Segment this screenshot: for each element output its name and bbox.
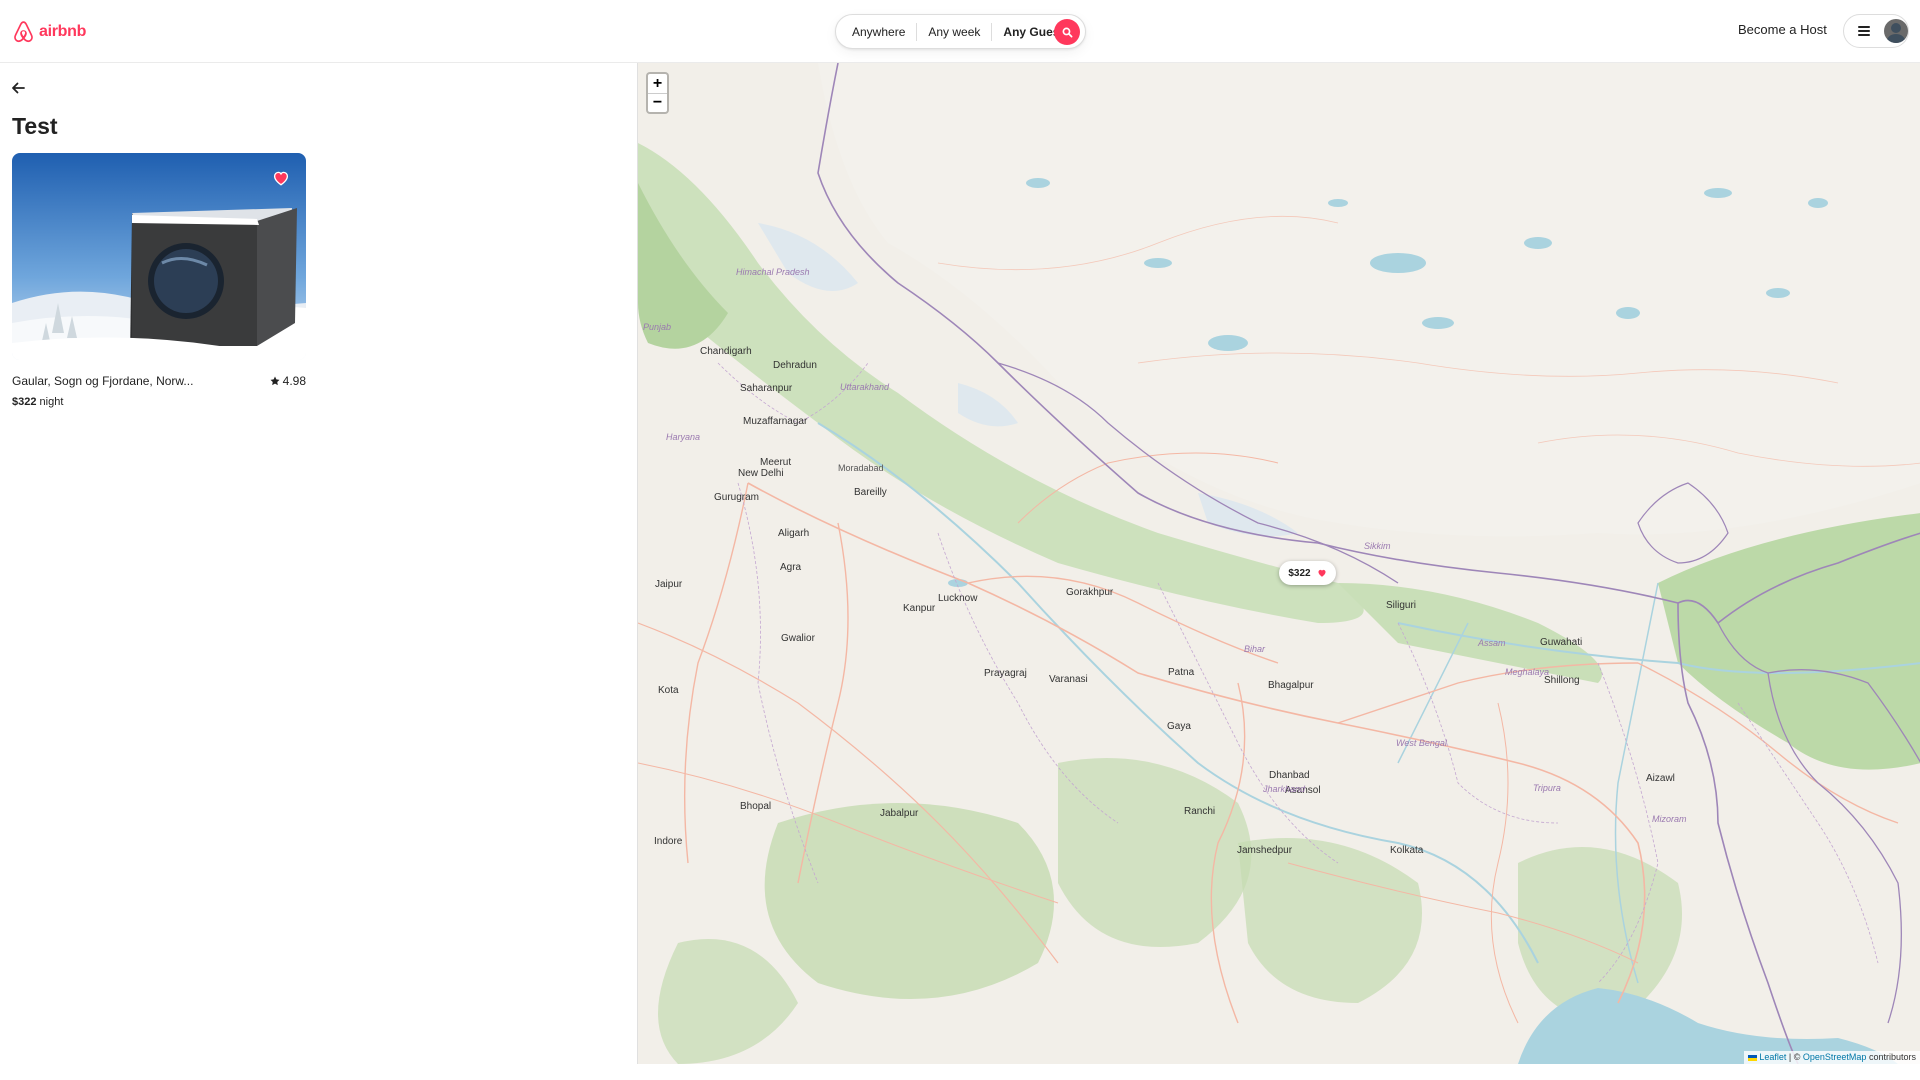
map-city-label: Bhopal (740, 801, 772, 812)
map-region-label: Uttarakhand (840, 382, 890, 392)
map-attribution: Leaflet | © OpenStreetMap contributors (1744, 1051, 1920, 1064)
map-city-label: Gwalior (781, 633, 815, 644)
ukraine-flag-icon (1748, 1054, 1758, 1061)
arrow-left-icon (12, 82, 25, 94)
map-city-label: Shillong (1544, 675, 1580, 686)
zoom-out-button[interactable]: − (648, 93, 667, 112)
attribution-suffix: contributors (1868, 1052, 1916, 1062)
map-region-label: Assam (1478, 638, 1506, 648)
attribution-separator: | © (1788, 1052, 1801, 1062)
map-city-label: Meerut (760, 457, 792, 468)
map-region-label: Meghalaya (1505, 667, 1550, 677)
map-region-label: Mizoram (1652, 814, 1687, 824)
search-any-week-button[interactable]: Any week (916, 22, 991, 41)
map-city-label: Indore (654, 836, 683, 847)
map-city-label: Jamshedpur (1237, 845, 1293, 856)
become-host-link[interactable]: Become a Host (1738, 22, 1827, 37)
openstreetmap-link[interactable]: OpenStreetMap (1803, 1052, 1867, 1062)
map-zoom-control: + − (646, 72, 669, 114)
search-button[interactable] (1054, 19, 1080, 45)
listing-price-unit: night (39, 396, 64, 408)
map-region-label: Sikkim (1364, 541, 1391, 551)
listing-location: Gaular, Sogn og Fjordane, Norw... (12, 374, 194, 388)
search-bar[interactable]: Anywhere Any week Any Guest (835, 14, 1086, 49)
listing-rating: 4.98 (270, 374, 306, 388)
listing-card[interactable]: Gaular, Sogn og Fjordane, Norw... 4.98 $… (12, 153, 306, 408)
map-view[interactable]: New Delhi Lucknow Kanpur Patna Gwalior K… (637, 63, 1920, 1064)
map-region-label: Jharkhand (1263, 784, 1306, 794)
map-city-label: Agra (780, 562, 802, 573)
logo-text: airbnb (39, 23, 87, 40)
map-city-label: Ranchi (1184, 806, 1216, 817)
map-city-label: Guwahati (1540, 637, 1583, 648)
map-city-label: Muzaffarnagar (743, 416, 808, 427)
search-icon (1062, 27, 1072, 37)
rating-value: 4.98 (282, 374, 306, 388)
map-city-label: Patna (1168, 667, 1195, 678)
map-city-label: Chandigarh (700, 346, 752, 357)
map-region-label: Himachal Pradesh (736, 267, 810, 277)
leaflet-link[interactable]: Leaflet (1759, 1052, 1786, 1062)
map-city-label: Saharanpur (740, 383, 793, 394)
map-city-label: Lucknow (938, 593, 978, 604)
avatar (1884, 19, 1908, 43)
map-city-label: Kanpur (903, 603, 936, 614)
map-city-label: Gaya (1167, 721, 1191, 732)
map-city-label: Siliguri (1386, 600, 1417, 611)
back-button[interactable] (10, 80, 26, 96)
map-city-label: Varanasi (1049, 674, 1088, 685)
search-anywhere-button[interactable]: Anywhere (836, 23, 916, 41)
map-city-label: Prayagraj (984, 668, 1027, 679)
map-city-label: Aligarh (778, 528, 810, 539)
map-region-label: Bihar (1244, 644, 1266, 654)
map-region-label: Tripura (1533, 783, 1561, 793)
zoom-in-button[interactable]: + (648, 74, 667, 93)
map-price-marker[interactable]: $322 (1279, 561, 1336, 585)
map-city-label: Jabalpur (880, 808, 919, 819)
map-city-label: Dehradun (773, 360, 817, 371)
map-region-label: Haryana (666, 432, 701, 442)
map-city-label: Bareilly (854, 487, 887, 498)
map-city-label: Moradabad (838, 463, 884, 473)
listing-price: $322 (12, 396, 37, 408)
map-city-label: Kota (658, 685, 679, 696)
map-city-label: Aizawl (1646, 773, 1675, 784)
wishlist-title: Test (12, 113, 58, 139)
map-region-label: Punjab (643, 322, 672, 332)
map-city-label: New Delhi (738, 468, 784, 479)
listing-price-row: $322 night (12, 396, 306, 408)
map-tiles (638, 63, 1920, 1064)
map-city-label: Jaipur (655, 579, 683, 590)
top-header: airbnb Anywhere Any week Any Guest Becom… (0, 0, 1920, 63)
user-menu-button[interactable] (1843, 14, 1909, 48)
map-region-label: West Bengal (1396, 738, 1447, 748)
wishlist-panel: Test Gaular, Sogn og Fjordane, Norw... 4… (0, 64, 637, 1064)
map-city-label: Dhanbad (1269, 770, 1310, 781)
listing-photo[interactable] (12, 153, 306, 360)
map-city-label: Bhagalpur (1268, 680, 1314, 691)
map-city-label: Kolkata (1390, 845, 1424, 856)
heart-icon (1318, 569, 1326, 577)
hamburger-menu-icon (1858, 26, 1870, 36)
star-icon (270, 376, 280, 386)
airbnb-logo-icon (14, 21, 33, 43)
map-city-label: Gurugram (714, 492, 760, 503)
map-city-label: Gorakhpur (1066, 587, 1114, 598)
airbnb-logo[interactable]: airbnb (12, 20, 86, 44)
favorite-heart-button[interactable] (272, 169, 290, 187)
listing-photo-image (12, 153, 306, 360)
heart-icon (273, 171, 289, 186)
marker-price: $322 (1288, 567, 1311, 579)
